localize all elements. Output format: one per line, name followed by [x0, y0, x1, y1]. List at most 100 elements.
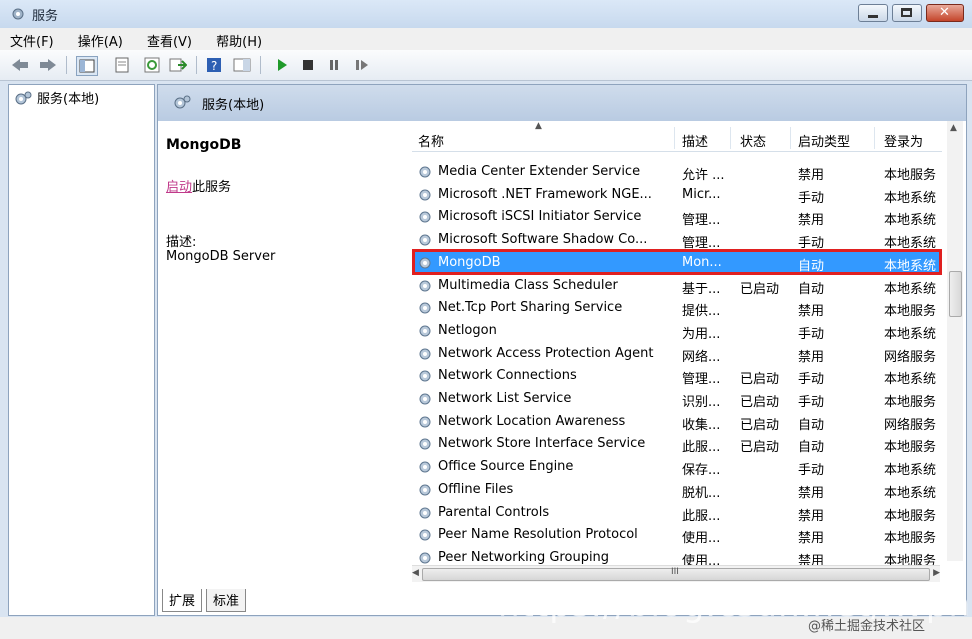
service-gear-icon — [419, 416, 431, 428]
cell-desc: 保存... — [682, 463, 721, 479]
cell-name: Network Location Awareness — [438, 413, 626, 429]
back-arrow-icon[interactable] — [10, 56, 30, 74]
cell-desc: 提供... — [682, 304, 721, 320]
table-row[interactable]: Network Access Protection Agent 网络... 禁用 网络… — [412, 343, 942, 365]
start-service-icon[interactable] — [272, 56, 292, 74]
table-row[interactable]: Microsoft iSCSI Initiator Service 管理... 禁用… — [412, 206, 942, 228]
cell-status: 已启动 — [740, 281, 780, 297]
service-gear-icon — [419, 189, 431, 201]
stop-service-icon[interactable] — [298, 56, 318, 74]
cell-startup: 手动 — [798, 190, 825, 206]
forward-arrow-icon[interactable] — [38, 56, 58, 74]
table-row[interactable]: Office Source Engine 保存... 手动 本地系统 — [412, 456, 942, 478]
highlight-box — [412, 248, 942, 275]
table-row[interactable]: Peer Name Resolution Protocol 使用... 禁用 本地服务 — [412, 524, 942, 546]
services-gear-icon — [15, 91, 32, 104]
menu-file[interactable]: 文件(F) — [0, 28, 64, 50]
service-gear-icon — [419, 484, 431, 496]
column-header-status[interactable]: 状态 — [740, 131, 766, 150]
cell-name: Media Center Extender Service — [438, 164, 641, 179]
cell-logon: 网络服务 — [884, 349, 937, 365]
service-gear-icon — [419, 529, 431, 541]
table-row[interactable]: Microsoft .NET Framework NGE... Micr... 手动… — [412, 184, 942, 206]
service-gear-icon — [419, 507, 431, 518]
toolbar: ? — [0, 50, 972, 81]
service-gear-icon — [419, 348, 431, 360]
panel-title: 服务(本地) — [202, 98, 265, 113]
table-row[interactable]: Network Connections 管理... 已启动 手动 本地系统 — [412, 365, 942, 387]
cell-logon: 本地服务 — [884, 508, 937, 524]
properties-sheet-icon[interactable] — [112, 56, 132, 74]
table-row[interactable]: Microsoft Software Shadow Co... 管理... 手动 本地… — [412, 229, 942, 251]
minimize-button[interactable] — [858, 4, 888, 22]
services-gear-icon — [12, 8, 24, 20]
cell-name: Network Access Protection Agent — [438, 345, 654, 361]
table-row[interactable]: Multimedia Class Scheduler 基于... 已启动 自动 本地系统 — [412, 275, 942, 297]
start-service-link[interactable]: 启动 — [166, 180, 192, 195]
column-header-logon-as[interactable]: 登录为 — [884, 131, 923, 150]
cell-name: Microsoft Software Shadow Co... — [438, 232, 648, 248]
service-gear-icon — [419, 552, 431, 564]
table-row[interactable]: Parental Controls 此服... 禁用 本地服务 — [412, 502, 942, 524]
tree-node-services-local[interactable]: 服务(本地) — [13, 88, 99, 107]
pause-service-icon[interactable] — [324, 56, 344, 74]
restart-service-icon[interactable] — [352, 56, 372, 74]
cell-logon: 本地系统 — [884, 281, 937, 297]
table-row[interactable]: Media Center Extender Service 允许 ... 禁用 本地服… — [412, 161, 942, 183]
cell-startup: 自动 — [798, 417, 825, 433]
list-header: ▲ 名称 描述 状态 启动类型 登录为 — [412, 121, 942, 152]
refresh-icon[interactable] — [142, 56, 162, 74]
cell-desc: 管理... — [682, 213, 721, 229]
menu-help[interactable]: 帮助(H) — [206, 28, 272, 50]
maximize-button[interactable] — [892, 4, 922, 22]
help-icon[interactable]: ? — [204, 56, 224, 74]
table-row[interactable]: Network Store Interface Service 此服... 已启动 自… — [412, 433, 942, 455]
cell-name: Microsoft iSCSI Initiator Service — [438, 209, 642, 225]
scroll-right-icon[interactable]: ▶ — [933, 568, 940, 578]
service-gear-icon — [419, 325, 431, 337]
cell-startup: 禁用 — [798, 531, 825, 547]
horizontal-scrollbar[interactable]: ◀ III ▶ — [412, 565, 940, 582]
action-pane-icon[interactable] — [232, 56, 252, 74]
service-gear-icon — [419, 280, 431, 291]
table-row[interactable]: Offline Files 脱机... 禁用 本地系统 — [412, 479, 942, 501]
table-row[interactable]: Network Location Awareness 收集... 已启动 自动 网络服务 — [412, 411, 942, 433]
table-row[interactable]: Netlogon 为用... 手动 本地系统 — [412, 320, 942, 342]
tab-standard[interactable]: 标准 — [206, 589, 247, 612]
tree-node-label: 服务(本地) — [37, 92, 100, 107]
action-suffix: 此服务 — [192, 180, 232, 195]
cell-desc: Micr... — [682, 186, 721, 202]
service-gear-icon — [419, 370, 431, 382]
cell-logon: 网络服务 — [884, 417, 937, 433]
vertical-scroll-thumb[interactable] — [949, 271, 962, 317]
cell-desc: 脱机... — [682, 485, 721, 501]
description-pane: MongoDB 启动此服务 描述: MongoDB Server — [158, 121, 401, 581]
show-hide-console-tree-icon[interactable] — [76, 56, 98, 76]
column-header-description[interactable]: 描述 — [682, 131, 708, 150]
scroll-up-icon[interactable]: ▲ — [950, 123, 957, 133]
column-header-startup-type[interactable]: 启动类型 — [798, 131, 850, 150]
horizontal-scroll-thumb[interactable]: III — [422, 567, 930, 581]
service-action: 启动此服务 — [166, 176, 231, 195]
column-header-name[interactable]: 名称 — [418, 131, 444, 150]
vertical-scrollbar[interactable]: ▲ — [947, 121, 963, 561]
cell-logon: 本地系统 — [884, 463, 937, 479]
cell-startup: 禁用 — [798, 485, 825, 501]
cell-name: Network List Service — [438, 391, 572, 406]
tab-extended[interactable]: 扩展 — [162, 589, 203, 612]
table-row[interactable]: Net.Tcp Port Sharing Service 提供... 禁用 本地服务 — [412, 297, 942, 319]
close-button[interactable]: ✕ — [926, 4, 964, 22]
cell-desc: 允许 ... — [682, 168, 725, 183]
cell-logon: 本地系统 — [884, 485, 937, 501]
cell-startup: 禁用 — [798, 349, 825, 365]
console-tree: 服务(本地) — [8, 84, 155, 616]
scroll-grip-label: III — [671, 567, 679, 577]
menu-action[interactable]: 操作(A) — [68, 28, 133, 50]
menu-view[interactable]: 查看(V) — [137, 28, 202, 50]
export-list-icon[interactable] — [168, 56, 188, 74]
table-row[interactable]: Network List Service 识别... 已启动 手动 本地服务 — [412, 388, 942, 410]
cell-startup: 禁用 — [798, 304, 825, 320]
scroll-left-icon[interactable]: ◀ — [412, 568, 419, 578]
service-gear-icon — [419, 438, 431, 450]
cell-desc: 此服... — [682, 440, 721, 456]
